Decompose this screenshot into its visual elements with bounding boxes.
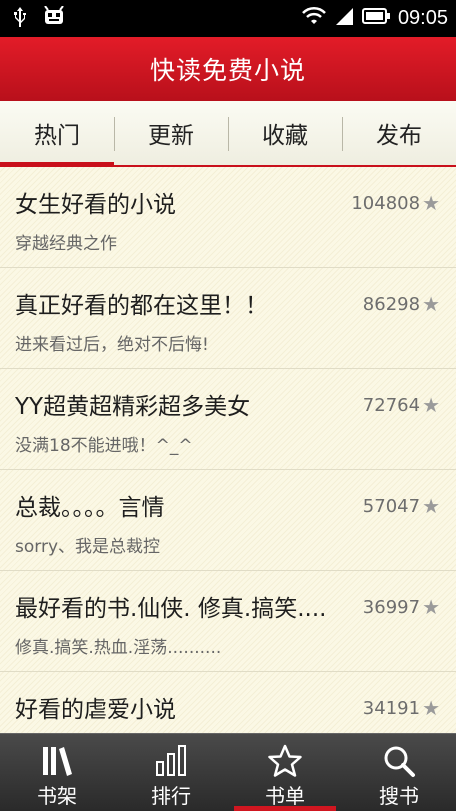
count-value: 36997 bbox=[362, 596, 421, 618]
book-description: 穿越经典之作 bbox=[15, 234, 117, 254]
tab-hot[interactable]: 热门 bbox=[0, 101, 114, 167]
favorite-count: 86298 ★ bbox=[363, 292, 440, 316]
star-icon: ★ bbox=[422, 696, 440, 720]
nav-label: 书单 bbox=[265, 784, 305, 808]
title-bar: 快读免费小说 bbox=[0, 37, 456, 101]
book-list: 女生好看的小说 穿越经典之作 104808 ★ 真正好看的都在这里！！ 进来看过后… bbox=[0, 167, 456, 733]
star-icon bbox=[267, 744, 303, 778]
tab-publish[interactable]: 发布 bbox=[342, 101, 456, 165]
list-item[interactable]: YY超黄超精彩超多美女 没满18不能进哦！^_^ 72764 ★ bbox=[0, 369, 456, 470]
star-icon: ★ bbox=[422, 494, 440, 518]
tab-bar: 热门 更新 收藏 发布 bbox=[0, 101, 456, 167]
list-item[interactable]: 好看的虐爱小说 34191 ★ bbox=[0, 672, 456, 733]
favorite-count: 104808 ★ bbox=[351, 191, 440, 215]
list-item[interactable]: 女生好看的小说 穿越经典之作 104808 ★ bbox=[0, 167, 456, 268]
bookshelf-icon bbox=[39, 744, 75, 778]
tab-updates[interactable]: 更新 bbox=[114, 101, 228, 165]
count-value: 34191 bbox=[362, 697, 421, 719]
android-debug-icon bbox=[42, 5, 66, 32]
book-title: YY超黄超精彩超多美女 bbox=[15, 394, 251, 420]
bottom-nav: 书架 排行 书单 搜书 bbox=[0, 733, 456, 811]
nav-booklist[interactable]: 书单 bbox=[228, 734, 342, 811]
count-value: 72764 bbox=[362, 394, 421, 416]
count-value: 104808 bbox=[351, 192, 421, 214]
search-icon bbox=[381, 744, 417, 778]
book-title: 总裁。。。。言情 bbox=[15, 495, 165, 521]
list-item[interactable]: 真正好看的都在这里！！ 进来看过后，绝对不后悔! 86298 ★ bbox=[0, 268, 456, 369]
book-description: 进来看过后，绝对不后悔! bbox=[15, 335, 209, 355]
nav-search[interactable]: 搜书 bbox=[342, 734, 456, 811]
status-bar: 09:05 bbox=[0, 0, 456, 37]
ranking-bars-icon bbox=[153, 744, 189, 778]
star-icon: ★ bbox=[422, 292, 440, 316]
nav-label: 书架 bbox=[37, 784, 77, 808]
book-description: 修真.搞笑.热血.淫荡.......... bbox=[15, 638, 222, 658]
nav-ranking[interactable]: 排行 bbox=[114, 734, 228, 811]
star-icon: ★ bbox=[422, 393, 440, 417]
favorite-count: 57047 ★ bbox=[363, 494, 440, 518]
book-description: sorry、我是总裁控 bbox=[15, 537, 160, 557]
book-title: 最好看的书.仙侠. 修真.搞笑.... bbox=[15, 596, 327, 622]
count-value: 86298 bbox=[362, 293, 421, 315]
tab-favorites[interactable]: 收藏 bbox=[228, 101, 342, 165]
favorite-count: 36997 ★ bbox=[363, 595, 440, 619]
book-title: 真正好看的都在这里！！ bbox=[15, 293, 268, 319]
favorite-count: 72764 ★ bbox=[363, 393, 440, 417]
app-title: 快读免费小说 bbox=[149, 56, 306, 85]
signal-icon bbox=[334, 6, 354, 30]
wifi-icon bbox=[302, 6, 326, 30]
nav-label: 搜书 bbox=[379, 784, 419, 808]
count-value: 57047 bbox=[362, 495, 421, 517]
battery-icon bbox=[361, 7, 390, 29]
star-icon: ★ bbox=[422, 595, 440, 619]
usb-icon bbox=[12, 6, 28, 32]
list-item[interactable]: 总裁。。。。言情 sorry、我是总裁控 57047 ★ bbox=[0, 470, 456, 571]
book-description: 没满18不能进哦！^_^ bbox=[15, 436, 193, 456]
nav-label: 排行 bbox=[151, 784, 191, 808]
status-time: 09:05 bbox=[397, 6, 448, 29]
nav-bookshelf[interactable]: 书架 bbox=[0, 734, 114, 811]
book-title: 好看的虐爱小说 bbox=[15, 697, 176, 723]
book-title: 女生好看的小说 bbox=[15, 192, 176, 218]
favorite-count: 34191 ★ bbox=[363, 696, 440, 720]
list-item[interactable]: 最好看的书.仙侠. 修真.搞笑.... 修真.搞笑.热血.淫荡.........… bbox=[0, 571, 456, 672]
star-icon: ★ bbox=[422, 191, 440, 215]
